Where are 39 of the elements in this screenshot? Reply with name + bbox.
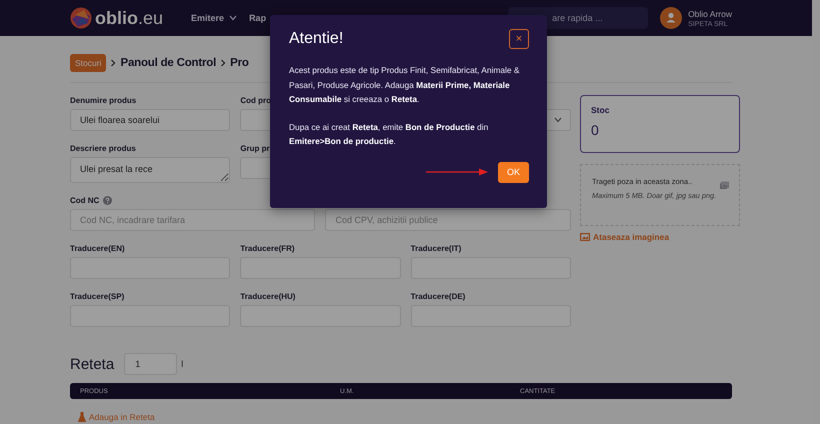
field-label: Traducere(EN) bbox=[70, 244, 125, 253]
help-icon bbox=[103, 196, 112, 205]
chevron-down-icon bbox=[229, 15, 238, 21]
field-label: Traducere(DE) bbox=[410, 292, 466, 301]
field-label: Traducere(HU) bbox=[240, 292, 296, 301]
close-button[interactable]: × bbox=[509, 29, 529, 49]
unit-label: l bbox=[181, 359, 184, 369]
breadcrumb-item[interactable]: Panoul de Control bbox=[120, 57, 216, 69]
section-title: Reteta bbox=[70, 356, 114, 372]
chevron-right-icon bbox=[110, 59, 116, 67]
nav-menu-item[interactable]: Rap bbox=[249, 13, 266, 23]
input-field[interactable]: Cod NC, incadrare tarifara bbox=[70, 209, 316, 231]
quantity-field[interactable]: 1 bbox=[124, 353, 178, 375]
logo-text: oblio.eu bbox=[95, 8, 164, 28]
input-field[interactable]: Ulei floarea soarelui bbox=[70, 109, 230, 131]
field-label: Cod NC bbox=[70, 196, 100, 205]
field-label: Descriere produs bbox=[70, 144, 136, 153]
dialog-message: Acest produs este de tip Produs Finit, Semifabricat, Animale & Pasari, Produse Agricole. Adauga Materii Prime, Materiale Consumabile si creeaza o Reteta. bbox=[289, 64, 520, 106]
pointer-arrow bbox=[426, 168, 488, 176]
image-icon bbox=[580, 233, 590, 241]
field-label: Denumire produs bbox=[70, 96, 136, 105]
dialog-message: Dupa ce ai creat Reteta, emite Bon de Productie din Emitere>Bon de productie. bbox=[289, 120, 490, 148]
avatar-icon bbox=[660, 7, 682, 29]
nav-menu-item[interactable]: Emitere bbox=[191, 13, 238, 23]
breadcrumb-item[interactable]: Pro bbox=[230, 57, 249, 69]
text-area[interactable]: Ulei presat la rece bbox=[70, 157, 230, 183]
chevron-down-icon bbox=[554, 117, 562, 123]
dialog-title: Atentie! bbox=[289, 30, 344, 48]
field-label: Traducere(SP) bbox=[70, 292, 124, 301]
input-field[interactable]: Cod CPV, achizitii publice bbox=[325, 209, 571, 231]
chevron-right-icon bbox=[220, 59, 226, 67]
field-label: Traducere(FR) bbox=[240, 244, 295, 253]
stock-value: 0 bbox=[591, 122, 600, 138]
stock-label: Stoc bbox=[591, 105, 610, 115]
logo-icon bbox=[70, 7, 92, 29]
flask-icon bbox=[78, 412, 86, 422]
field-label: Traducere(IT) bbox=[410, 244, 462, 253]
user-name: Oblio Arrow bbox=[688, 8, 732, 18]
field-label: Grup pr bbox=[240, 144, 270, 153]
